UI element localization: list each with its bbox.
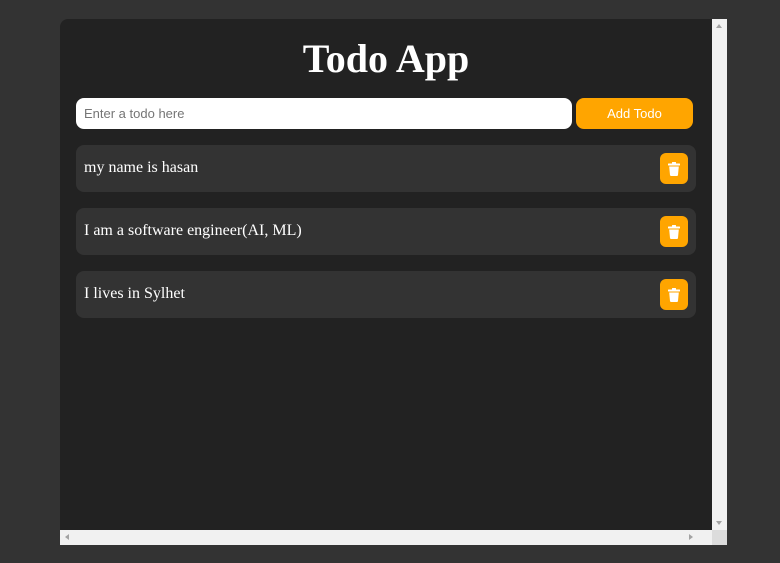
scroll-up-arrow-icon[interactable] xyxy=(716,24,722,28)
scroll-right-arrow-icon[interactable] xyxy=(689,534,693,540)
vertical-scrollbar[interactable] xyxy=(712,19,727,530)
trash-icon xyxy=(668,287,680,302)
page-title: Todo App xyxy=(302,36,470,81)
app-content: Todo App Add Todo my name is hasan I am … xyxy=(60,19,712,530)
add-todo-button[interactable]: Add Todo xyxy=(576,98,693,129)
app-window: Todo App Add Todo my name is hasan I am … xyxy=(60,19,727,545)
scroll-down-arrow-icon[interactable] xyxy=(716,521,722,525)
todo-item: my name is hasan xyxy=(76,145,696,192)
todo-text: I lives in Sylhet xyxy=(84,285,185,302)
delete-todo-button[interactable] xyxy=(660,216,688,247)
trash-icon xyxy=(668,161,680,176)
todo-item: I lives in Sylhet xyxy=(76,271,696,318)
horizontal-scrollbar[interactable] xyxy=(60,530,712,545)
delete-todo-button[interactable] xyxy=(660,279,688,310)
todo-item: I am a software engineer(AI, ML) xyxy=(76,208,696,255)
trash-icon xyxy=(668,224,680,239)
delete-todo-button[interactable] xyxy=(660,153,688,184)
todo-input[interactable] xyxy=(76,98,572,129)
todo-text: my name is hasan xyxy=(84,159,199,176)
scroll-left-arrow-icon[interactable] xyxy=(65,534,69,540)
todo-text: I am a software engineer(AI, ML) xyxy=(84,222,302,239)
scrollbar-corner xyxy=(712,530,727,545)
